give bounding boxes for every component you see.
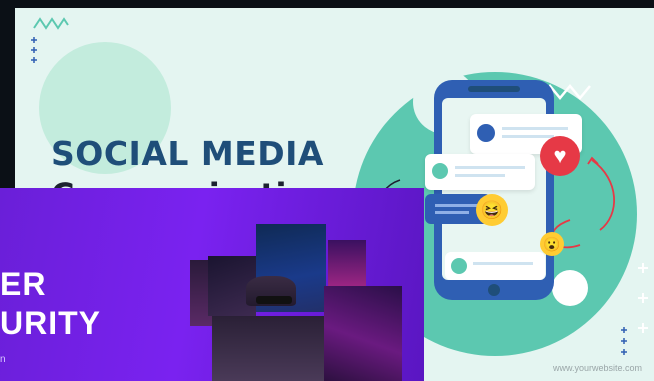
surprised-emoji-icon: 😮 (540, 232, 564, 256)
photo-tile (212, 316, 324, 381)
laughing-emoji-icon: 😆 (476, 194, 508, 226)
photo-tile (256, 296, 292, 304)
chat-bubble-4 (445, 252, 545, 280)
zigzag-icon (33, 17, 69, 30)
slide-title-line2: URITY (0, 305, 101, 341)
photo-tile (324, 286, 402, 381)
heart-icon: ♥ (540, 136, 580, 176)
website-url: www.yourwebsite.com (552, 363, 642, 373)
chat-bubble-2 (425, 154, 535, 190)
slide-subtitle: n (0, 354, 6, 365)
slide-title-line1: ER (0, 266, 47, 302)
user-icon (432, 163, 448, 179)
user-icon (451, 258, 467, 274)
plus-icon (621, 327, 627, 355)
plus-icon (638, 263, 648, 333)
plus-icon (31, 37, 37, 63)
slide-title-line1: SOCIAL MEDIA (51, 134, 324, 173)
cyber-security-slide: ER URITY n (0, 188, 424, 381)
user-icon (477, 124, 495, 142)
